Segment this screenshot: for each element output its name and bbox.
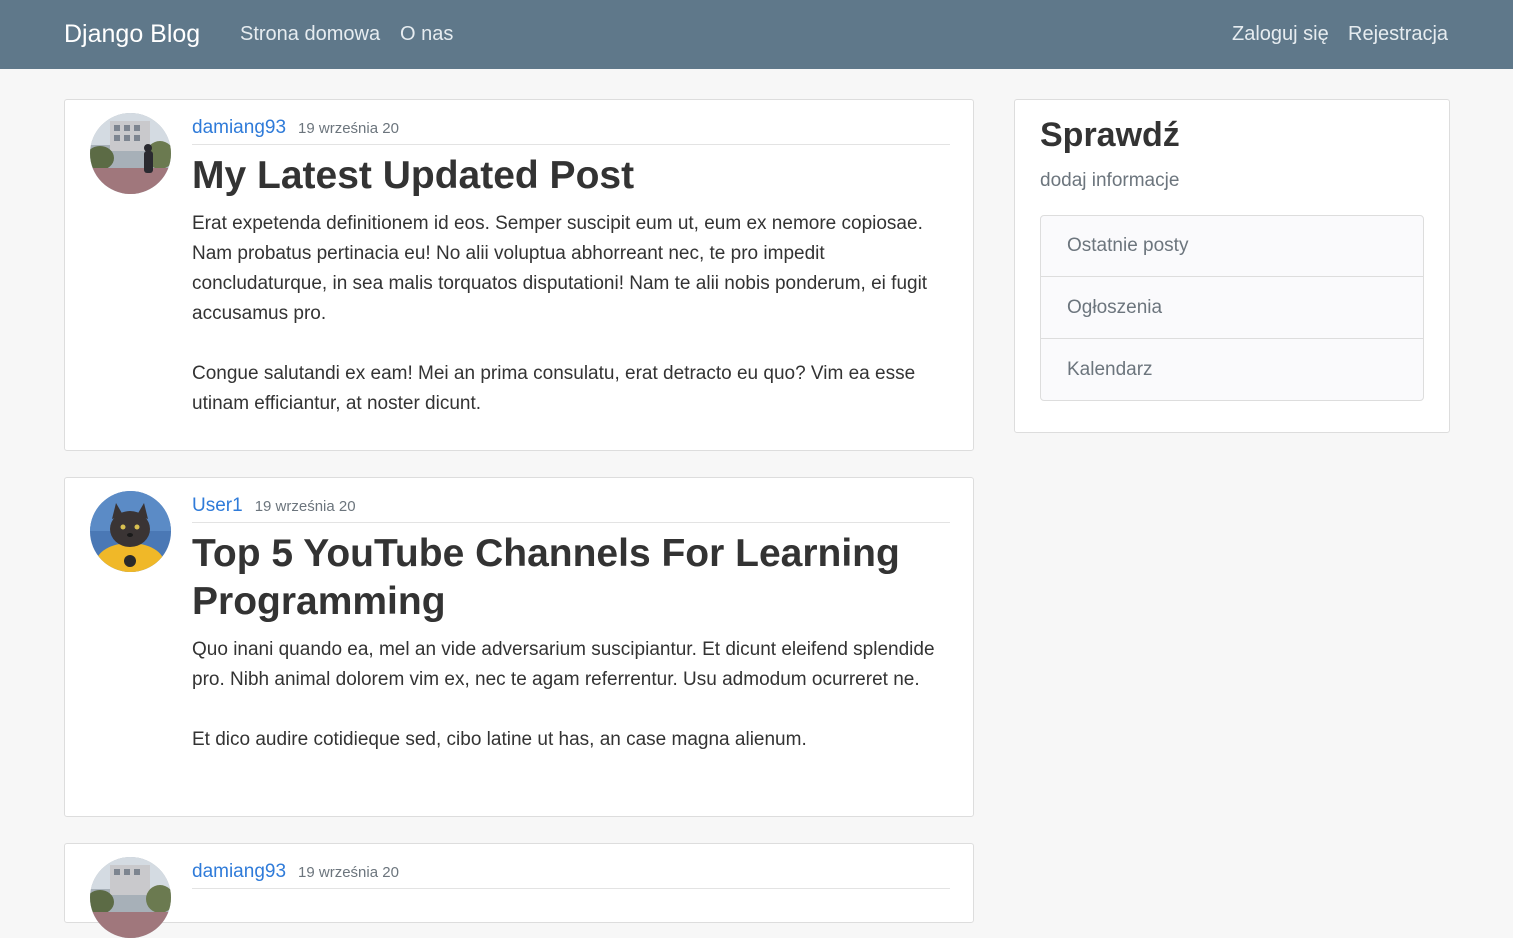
post-date: 19 września 20 [298,120,399,137]
post-content: Quo inani quando ea, mel an vide adversa… [192,635,952,755]
author-avatar[interactable] [90,491,171,572]
post-metadata: User1 19 września 20 [192,495,950,523]
post-author-link[interactable]: damiang93 [192,117,286,138]
sidebar-panel: Sprawdź dodaj informacje Ostatnie posty … [1014,99,1450,433]
sidebar-list: Ostatnie posty Ogłoszenia Kalendarz [1040,215,1424,401]
brand-logo-link[interactable]: Django Blog [64,20,200,49]
post-card: User1 19 września 20 Top 5 YouTube Channe… [64,477,974,817]
author-avatar[interactable] [90,857,171,938]
post-card: damiang93 19 września 20 My Latest Update… [64,99,974,451]
sidebar-item-recent-posts[interactable]: Ostatnie posty [1041,216,1423,276]
post-metadata: damiang93 19 września 20 [192,117,950,145]
nav-link-home[interactable]: Strona domowa [240,23,380,46]
nav-link-about[interactable]: O nas [400,23,453,46]
top-navbar: Django Blog Strona domowa O nas Zaloguj … [0,0,1513,69]
nav-link-register[interactable]: Rejestracja [1348,23,1448,46]
post-content: Erat expetenda definitionem id eos. Semp… [192,209,952,419]
post-metadata: damiang93 19 września 20 [192,861,950,889]
post-paragraph: Quo inani quando ea, mel an vide adversa… [192,639,935,690]
post-date: 19 września 20 [254,498,356,515]
post-date: 19 września 20 [298,864,399,881]
sidebar-subtitle: dodaj informacje [1040,170,1180,191]
sidebar-item-calendar[interactable]: Kalendarz [1041,338,1423,400]
author-avatar[interactable] [90,113,171,194]
post-author-link[interactable]: User1 [192,495,243,516]
post-card: damiang93 19 września 20 [64,843,974,938]
post-paragraph: Congue salutandi ex eam! Mei an prima co… [192,363,916,414]
post-paragraph: Erat expetenda definitionem id eos. Semp… [192,213,928,324]
post-paragraph: Et dico audire cotidieque sed, cibo lati… [192,729,807,750]
nav-link-login[interactable]: Zaloguj się [1232,23,1329,46]
post-author-link[interactable]: damiang93 [192,861,286,882]
sidebar-title: Sprawdź [1040,116,1180,154]
sidebar-item-announcements[interactable]: Ogłoszenia [1041,276,1423,338]
post-title[interactable]: My Latest Updated Post [192,152,952,200]
post-title[interactable]: Top 5 YouTube Channels For Learning Prog… [192,530,952,626]
